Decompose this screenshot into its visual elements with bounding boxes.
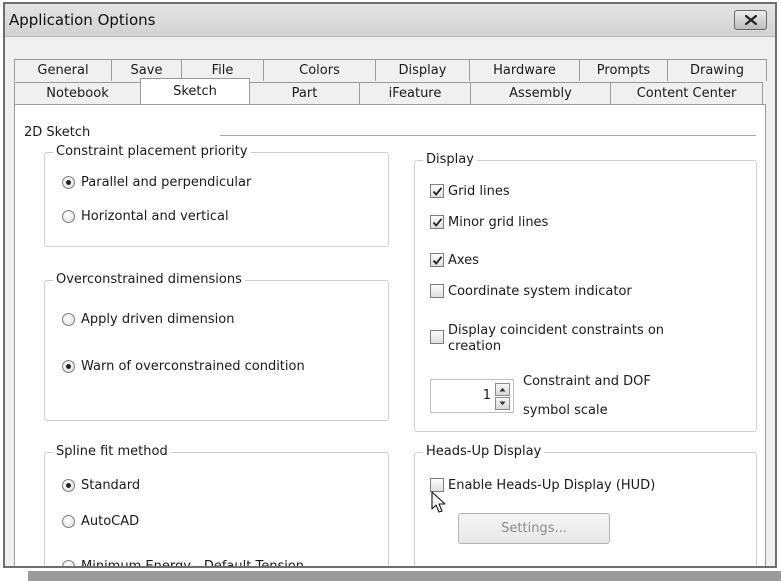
radio-label: Parallel and perpendicular <box>81 175 252 190</box>
window-shadow-bar <box>28 571 781 581</box>
checkbox-enable-hud[interactable]: Enable Heads-Up Display (HUD) <box>430 477 655 494</box>
tab-colors[interactable]: Colors <box>263 59 376 81</box>
tab-assembly[interactable]: Assembly <box>470 82 611 104</box>
radio-label: Apply driven dimension <box>81 312 235 327</box>
spline-fit-legend: Spline fit method <box>53 444 171 460</box>
display-legend: Display <box>423 152 477 168</box>
radio-apply-driven-dimension[interactable]: Apply driven dimension <box>62 311 234 328</box>
radio-label: Minimum Energy - Default Tension <box>81 559 305 568</box>
radio-label: AutoCAD <box>81 514 140 529</box>
radio-button[interactable] <box>62 210 75 223</box>
arrow-up-icon <box>499 387 506 392</box>
mouse-pointer-icon <box>431 491 446 513</box>
symbol-scale-label-line2: symbol scale <box>523 403 608 418</box>
checkbox-label: Coordinate system indicator <box>448 284 632 299</box>
hud-settings-button[interactable]: Settings... <box>458 513 610 544</box>
radio-button[interactable] <box>62 313 75 326</box>
checkbox-checked[interactable] <box>430 215 444 229</box>
spinner-up-button[interactable] <box>495 383 510 396</box>
checkbox-label: Grid lines <box>448 184 510 199</box>
spline-fit-group: Spline fit method Standard AutoCAD Minim… <box>44 444 389 568</box>
close-button[interactable] <box>734 10 767 30</box>
section-2d-sketch-label: 2D Sketch <box>24 125 91 140</box>
tab-display[interactable]: Display <box>375 59 470 81</box>
symbol-scale-spinner[interactable]: 1 <box>430 379 514 413</box>
radio-button-selected[interactable] <box>62 176 75 189</box>
heads-up-display-legend: Heads-Up Display <box>423 444 545 460</box>
radio-minimum-energy[interactable]: Minimum Energy - Default Tension <box>62 558 305 568</box>
checkbox-label: Minor grid lines <box>448 215 549 230</box>
checkbox-display-coincident-constraints[interactable]: Display coincident constraints on creati… <box>430 323 678 355</box>
arrow-down-icon <box>499 401 506 406</box>
radio-horizontal-vertical[interactable]: Horizontal and vertical <box>62 208 229 225</box>
checkbox-checked[interactable] <box>430 253 444 267</box>
checkbox-grid-lines[interactable]: Grid lines <box>430 183 510 200</box>
checkmark-icon <box>432 256 443 265</box>
tab-general[interactable]: General <box>14 59 112 81</box>
tab-part[interactable]: Part <box>249 82 360 104</box>
checkbox-label: Axes <box>448 253 479 268</box>
radio-standard[interactable]: Standard <box>62 477 140 494</box>
sketch-tab-panel: 2D Sketch Constraint placement priority … <box>14 104 766 568</box>
tab-notebook[interactable]: Notebook <box>14 82 141 104</box>
overconstrained-group: Overconstrained dimensions Apply driven … <box>44 272 389 421</box>
tab-sketch[interactable]: Sketch <box>140 78 250 104</box>
checkbox-unchecked[interactable] <box>430 284 444 298</box>
checkbox-label: Display coincident constraints on creati… <box>448 323 665 354</box>
tab-hardware[interactable]: Hardware <box>469 59 580 81</box>
tab-content-center[interactable]: Content Center <box>610 82 763 104</box>
checkbox-unchecked[interactable] <box>430 478 444 492</box>
checkmark-icon <box>432 187 443 196</box>
radio-button-selected[interactable] <box>62 360 75 373</box>
checkbox-label: Enable Heads-Up Display (HUD) <box>448 478 656 493</box>
checkbox-axes[interactable]: Axes <box>430 252 479 269</box>
display-group: Display Grid lines Minor grid lines Axes <box>414 152 757 432</box>
heads-up-display-group: Heads-Up Display Enable Heads-Up Display… <box>414 444 757 566</box>
radio-autocad[interactable]: AutoCAD <box>62 513 139 530</box>
checkbox-checked[interactable] <box>430 184 444 198</box>
radio-label: Warn of overconstrained condition <box>81 359 305 374</box>
radio-label: Horizontal and vertical <box>81 209 229 224</box>
close-icon <box>744 15 757 25</box>
tab-row-2: Notebook Sketch Part iFeature Assembly C… <box>14 78 763 104</box>
symbol-scale-value[interactable]: 1 <box>483 388 491 403</box>
overconstrained-legend: Overconstrained dimensions <box>53 272 245 288</box>
checkbox-unchecked[interactable] <box>430 330 444 344</box>
tab-prompts[interactable]: Prompts <box>579 59 668 81</box>
spinner-down-button[interactable] <box>495 397 510 410</box>
checkmark-icon <box>432 218 443 227</box>
radio-label: Standard <box>81 478 141 493</box>
tab-drawing[interactable]: Drawing <box>667 59 767 81</box>
constraint-placement-legend: Constraint placement priority <box>53 144 251 160</box>
radio-button[interactable] <box>62 515 75 528</box>
tab-ifeature[interactable]: iFeature <box>359 82 471 104</box>
checkbox-minor-grid-lines[interactable]: Minor grid lines <box>430 214 548 231</box>
constraint-placement-group: Constraint placement priority Parallel a… <box>44 144 389 247</box>
window-title: Application Options <box>9 11 156 29</box>
symbol-scale-label-line1: Constraint and DOF <box>523 374 651 389</box>
title-bar[interactable]: Application Options <box>5 4 775 37</box>
application-options-dialog: Application Options General Save File Co… <box>3 2 777 568</box>
checkbox-coordinate-system-indicator[interactable]: Coordinate system indicator <box>430 283 632 300</box>
radio-warn-overconstrained[interactable]: Warn of overconstrained condition <box>62 358 305 375</box>
section-divider <box>220 135 756 136</box>
radio-parallel-perpendicular[interactable]: Parallel and perpendicular <box>62 174 251 191</box>
tab-row-1: General Save File Colors Display Hardwar… <box>14 59 767 81</box>
radio-button-selected[interactable] <box>62 479 75 492</box>
radio-button[interactable] <box>62 560 75 566</box>
